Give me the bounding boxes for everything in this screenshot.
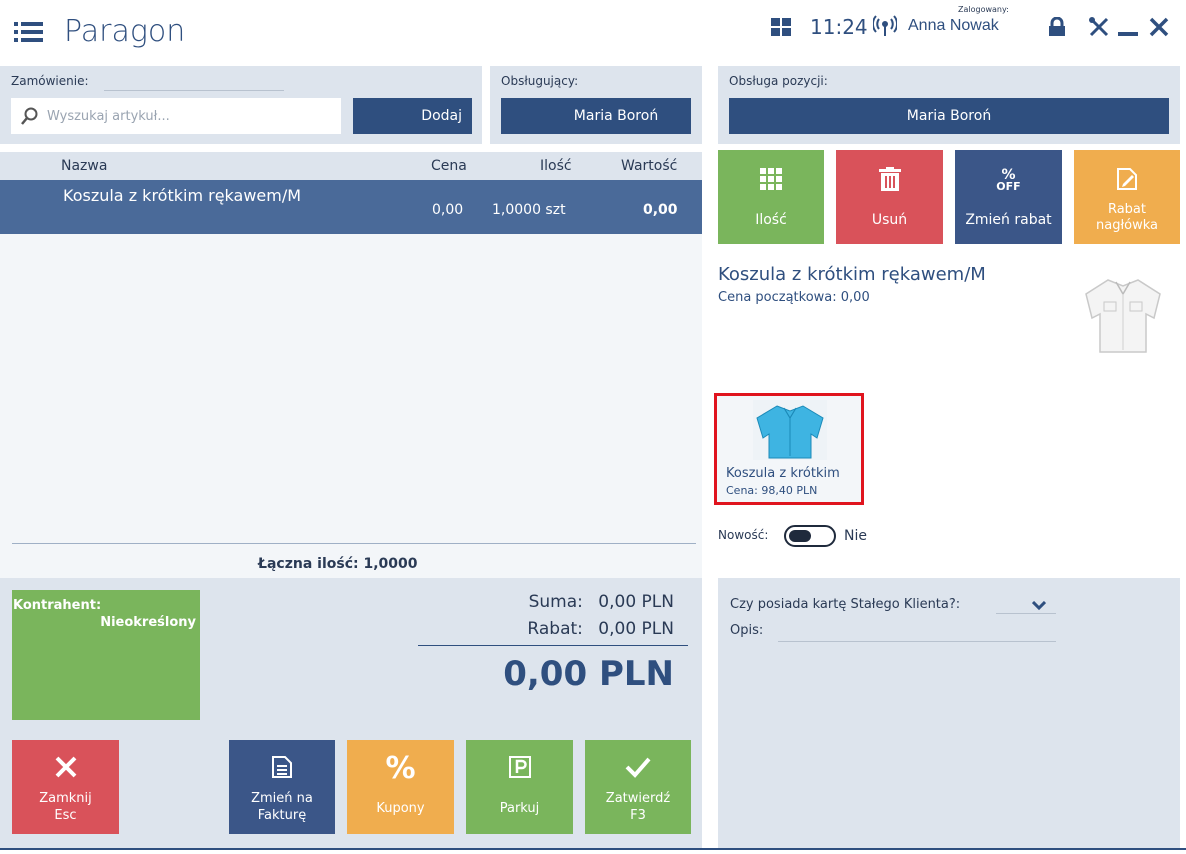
- delete-button[interactable]: Usuń: [836, 150, 943, 244]
- close-icon[interactable]: [1148, 16, 1170, 38]
- detail-initial-price: Cena początkowa: 0,00: [718, 290, 870, 305]
- contractor-label: Kontrahent:: [13, 598, 102, 613]
- shirt-white-image: [1080, 272, 1166, 358]
- discount-label: Rabat:: [527, 619, 583, 639]
- loyalty-label: Czy posiada kartę Stałego Klienta?:: [730, 597, 961, 612]
- change-invoice-label-1: Zmień na: [251, 791, 313, 806]
- served-button[interactable]: Maria Boroń: [501, 98, 691, 134]
- qty-label: Ilość: [755, 212, 787, 228]
- row-qty: 1,0000 szt: [492, 202, 566, 218]
- summary-divider: [418, 645, 688, 646]
- coupons-button[interactable]: % Kupony: [347, 740, 454, 834]
- header-discount-button[interactable]: Rabat nagłówka: [1074, 150, 1180, 244]
- header-name[interactable]: Nazwa: [61, 158, 107, 174]
- change-invoice-label-2: Fakturę: [257, 808, 307, 823]
- sum-row: Suma: 0,00 PLN: [480, 592, 674, 612]
- grand-total: 0,00 PLN: [503, 654, 674, 694]
- park-label: Parkuj: [499, 801, 540, 816]
- sum-label: Suma:: [528, 592, 583, 612]
- new-value: Nie: [844, 528, 867, 544]
- change-discount-label: Zmień rabat: [965, 212, 1052, 228]
- served-label: Obsługujący:: [501, 74, 579, 88]
- confirm-shortcut: F3: [630, 808, 646, 823]
- variant-card[interactable]: Koszula z krótkim Cena: 98,40 PLN: [714, 393, 864, 505]
- row-value: 0,00: [643, 202, 678, 218]
- header-qty[interactable]: Ilość: [540, 158, 572, 174]
- header-value[interactable]: Wartość: [621, 158, 677, 174]
- park-button[interactable]: Parkuj: [466, 740, 573, 834]
- change-invoice-button[interactable]: Zmień na Fakturę: [229, 740, 335, 834]
- document-icon: [270, 755, 294, 783]
- close-shortcut: Esc: [54, 808, 77, 823]
- close-x-icon: [54, 755, 78, 783]
- qty-button[interactable]: Ilość: [718, 150, 824, 244]
- change-discount-button[interactable]: % OFF Zmień rabat: [955, 150, 1062, 244]
- total-qty: Łączna ilość: 1,0000: [258, 556, 418, 572]
- order-label: Zamówienie:: [11, 74, 89, 88]
- description-label: Opis:: [730, 623, 764, 638]
- discount-off-icon: % OFF: [996, 167, 1021, 193]
- search-placeholder: Wyszukaj artykuł...: [47, 108, 170, 124]
- row-price: 0,00: [432, 202, 464, 218]
- edit-document-icon: [1116, 167, 1138, 195]
- loyalty-dropdown[interactable]: [996, 594, 1056, 614]
- search-input[interactable]: Wyszukaj artykuł...: [11, 98, 341, 134]
- new-toggle[interactable]: [784, 525, 836, 547]
- detail-name: Koszula z krótkim rękawem/M: [718, 264, 986, 285]
- page-title: Paragon: [64, 14, 186, 49]
- contractor-tile[interactable]: Kontrahent: Nieokreślony: [12, 590, 200, 720]
- header-discount-label: Rabat nagłówka: [1095, 202, 1158, 233]
- shirt-blue-image: [753, 400, 827, 460]
- order-underline: [104, 90, 284, 91]
- tools-icon[interactable]: [1088, 16, 1110, 38]
- discount-value: 0,00 PLN: [598, 619, 674, 639]
- grid-view-icon[interactable]: [771, 18, 791, 36]
- search-icon: [21, 107, 39, 125]
- toggle-knob: [789, 530, 811, 542]
- attributes-panel: [718, 578, 1180, 848]
- parking-icon: [508, 756, 531, 782]
- position-service-button[interactable]: Maria Boroń: [729, 98, 1169, 134]
- user-name[interactable]: Anna Nowak: [908, 17, 999, 35]
- menu-icon[interactable]: [14, 20, 44, 44]
- percent-icon: %: [385, 751, 416, 786]
- description-input[interactable]: [778, 641, 1056, 642]
- checkmark-icon: [625, 756, 651, 782]
- trash-icon: [878, 167, 901, 195]
- close-label: Zamknij: [39, 791, 92, 806]
- logged-label: Zalogowany:: [958, 5, 1009, 14]
- variant-name: Koszula z krótkim: [726, 466, 840, 481]
- confirm-button[interactable]: Zatwierdź F3: [585, 740, 691, 834]
- chevron-down-icon: [1031, 596, 1047, 615]
- minimize-icon[interactable]: [1118, 32, 1138, 36]
- table-divider: [12, 543, 696, 544]
- position-service-label: Obsługa pozycji:: [729, 74, 828, 88]
- discount-row: Rabat: 0,00 PLN: [480, 619, 674, 639]
- total-qty-value: 1,0000: [363, 556, 418, 572]
- contractor-value: Nieokreślony: [100, 615, 196, 630]
- sum-value: 0,00 PLN: [598, 592, 674, 612]
- confirm-label: Zatwierdź: [605, 791, 671, 806]
- close-button[interactable]: Zamknij Esc: [12, 740, 119, 834]
- bottom-border: [0, 848, 1186, 850]
- coupons-label: Kupony: [376, 801, 425, 816]
- clock: 11:24: [810, 15, 868, 39]
- total-qty-label: Łączna ilość:: [258, 556, 359, 572]
- variant-price: Cena: 98,40 PLN: [726, 484, 818, 497]
- delete-label: Usuń: [871, 212, 908, 228]
- wifi-signal-icon: [872, 14, 898, 38]
- row-name: Koszula z krótkim rękawem/M: [63, 186, 302, 205]
- add-button[interactable]: Dodaj: [353, 98, 472, 134]
- table-row[interactable]: Koszula z krótkim rękawem/M 0,00 1,0000 …: [0, 180, 702, 234]
- header-price[interactable]: Cena: [431, 158, 467, 174]
- new-label: Nowość:: [718, 528, 769, 542]
- lock-icon[interactable]: [1047, 16, 1067, 37]
- grid-icon: [760, 168, 782, 194]
